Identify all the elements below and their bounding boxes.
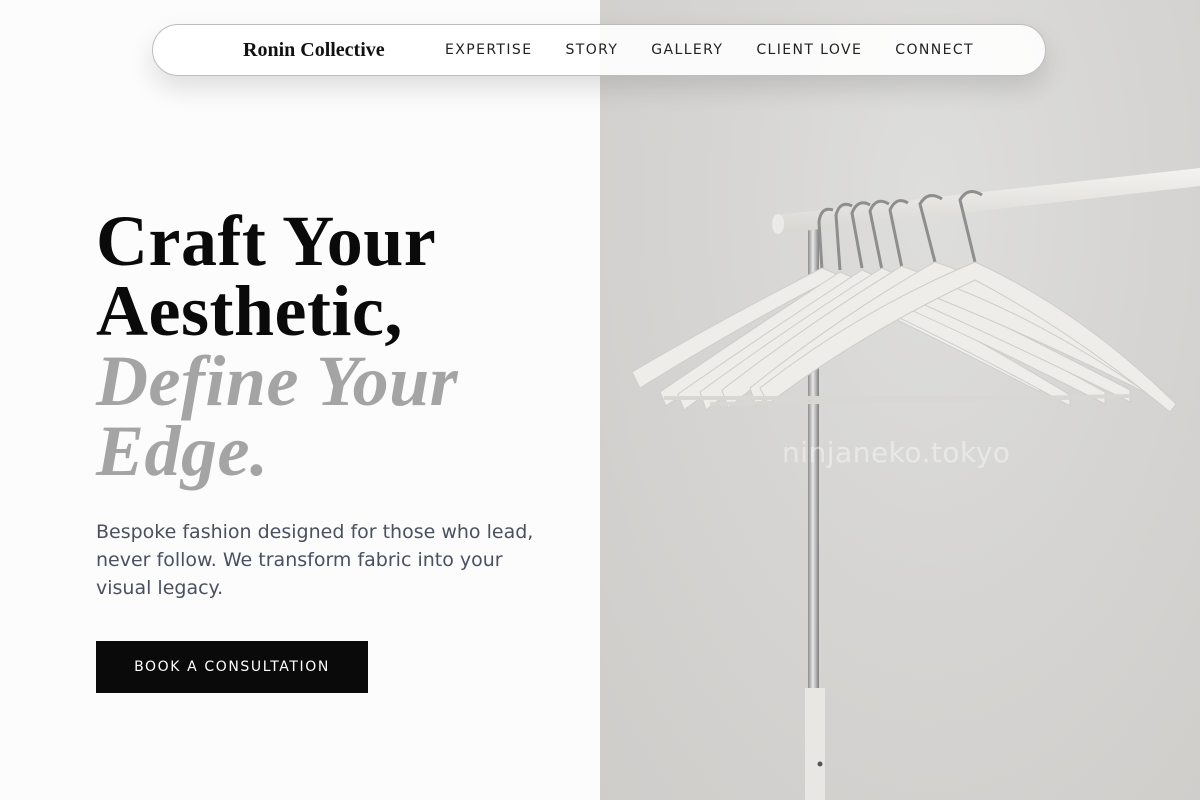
- top-navbar: Ronin Collective EXPERTISE STORY GALLERY…: [152, 24, 1046, 76]
- nav-item-story[interactable]: STORY: [565, 42, 618, 58]
- nav-item-gallery[interactable]: GALLERY: [651, 42, 723, 58]
- hero-image: ninjaneko.tokyo: [600, 0, 1200, 800]
- nav-item-connect[interactable]: CONNECT: [895, 42, 974, 58]
- nav-item-expertise[interactable]: EXPERTISE: [445, 42, 532, 58]
- watermark-text: ninjaneko.tokyo: [782, 436, 1011, 469]
- brand-logo[interactable]: Ronin Collective: [243, 39, 385, 62]
- hero-description: Bespoke fashion designed for those who l…: [96, 521, 534, 599]
- clothes-rack-icon: [631, 168, 1200, 800]
- nav-links: EXPERTISE STORY GALLERY CLIENT LOVE CONN…: [445, 42, 974, 58]
- headline-line-2: Aesthetic,: [96, 271, 403, 351]
- headline-line-3: Define Your: [96, 341, 459, 421]
- headline-line-1: Craft Your: [96, 201, 437, 281]
- headline-line-4: Edge.: [96, 411, 269, 491]
- hero-headline: Craft Your Aesthetic, Define Your Edge.: [96, 201, 576, 491]
- nav-item-client-love[interactable]: CLIENT LOVE: [756, 42, 862, 58]
- book-consultation-button[interactable]: BOOK A CONSULTATION: [96, 641, 368, 693]
